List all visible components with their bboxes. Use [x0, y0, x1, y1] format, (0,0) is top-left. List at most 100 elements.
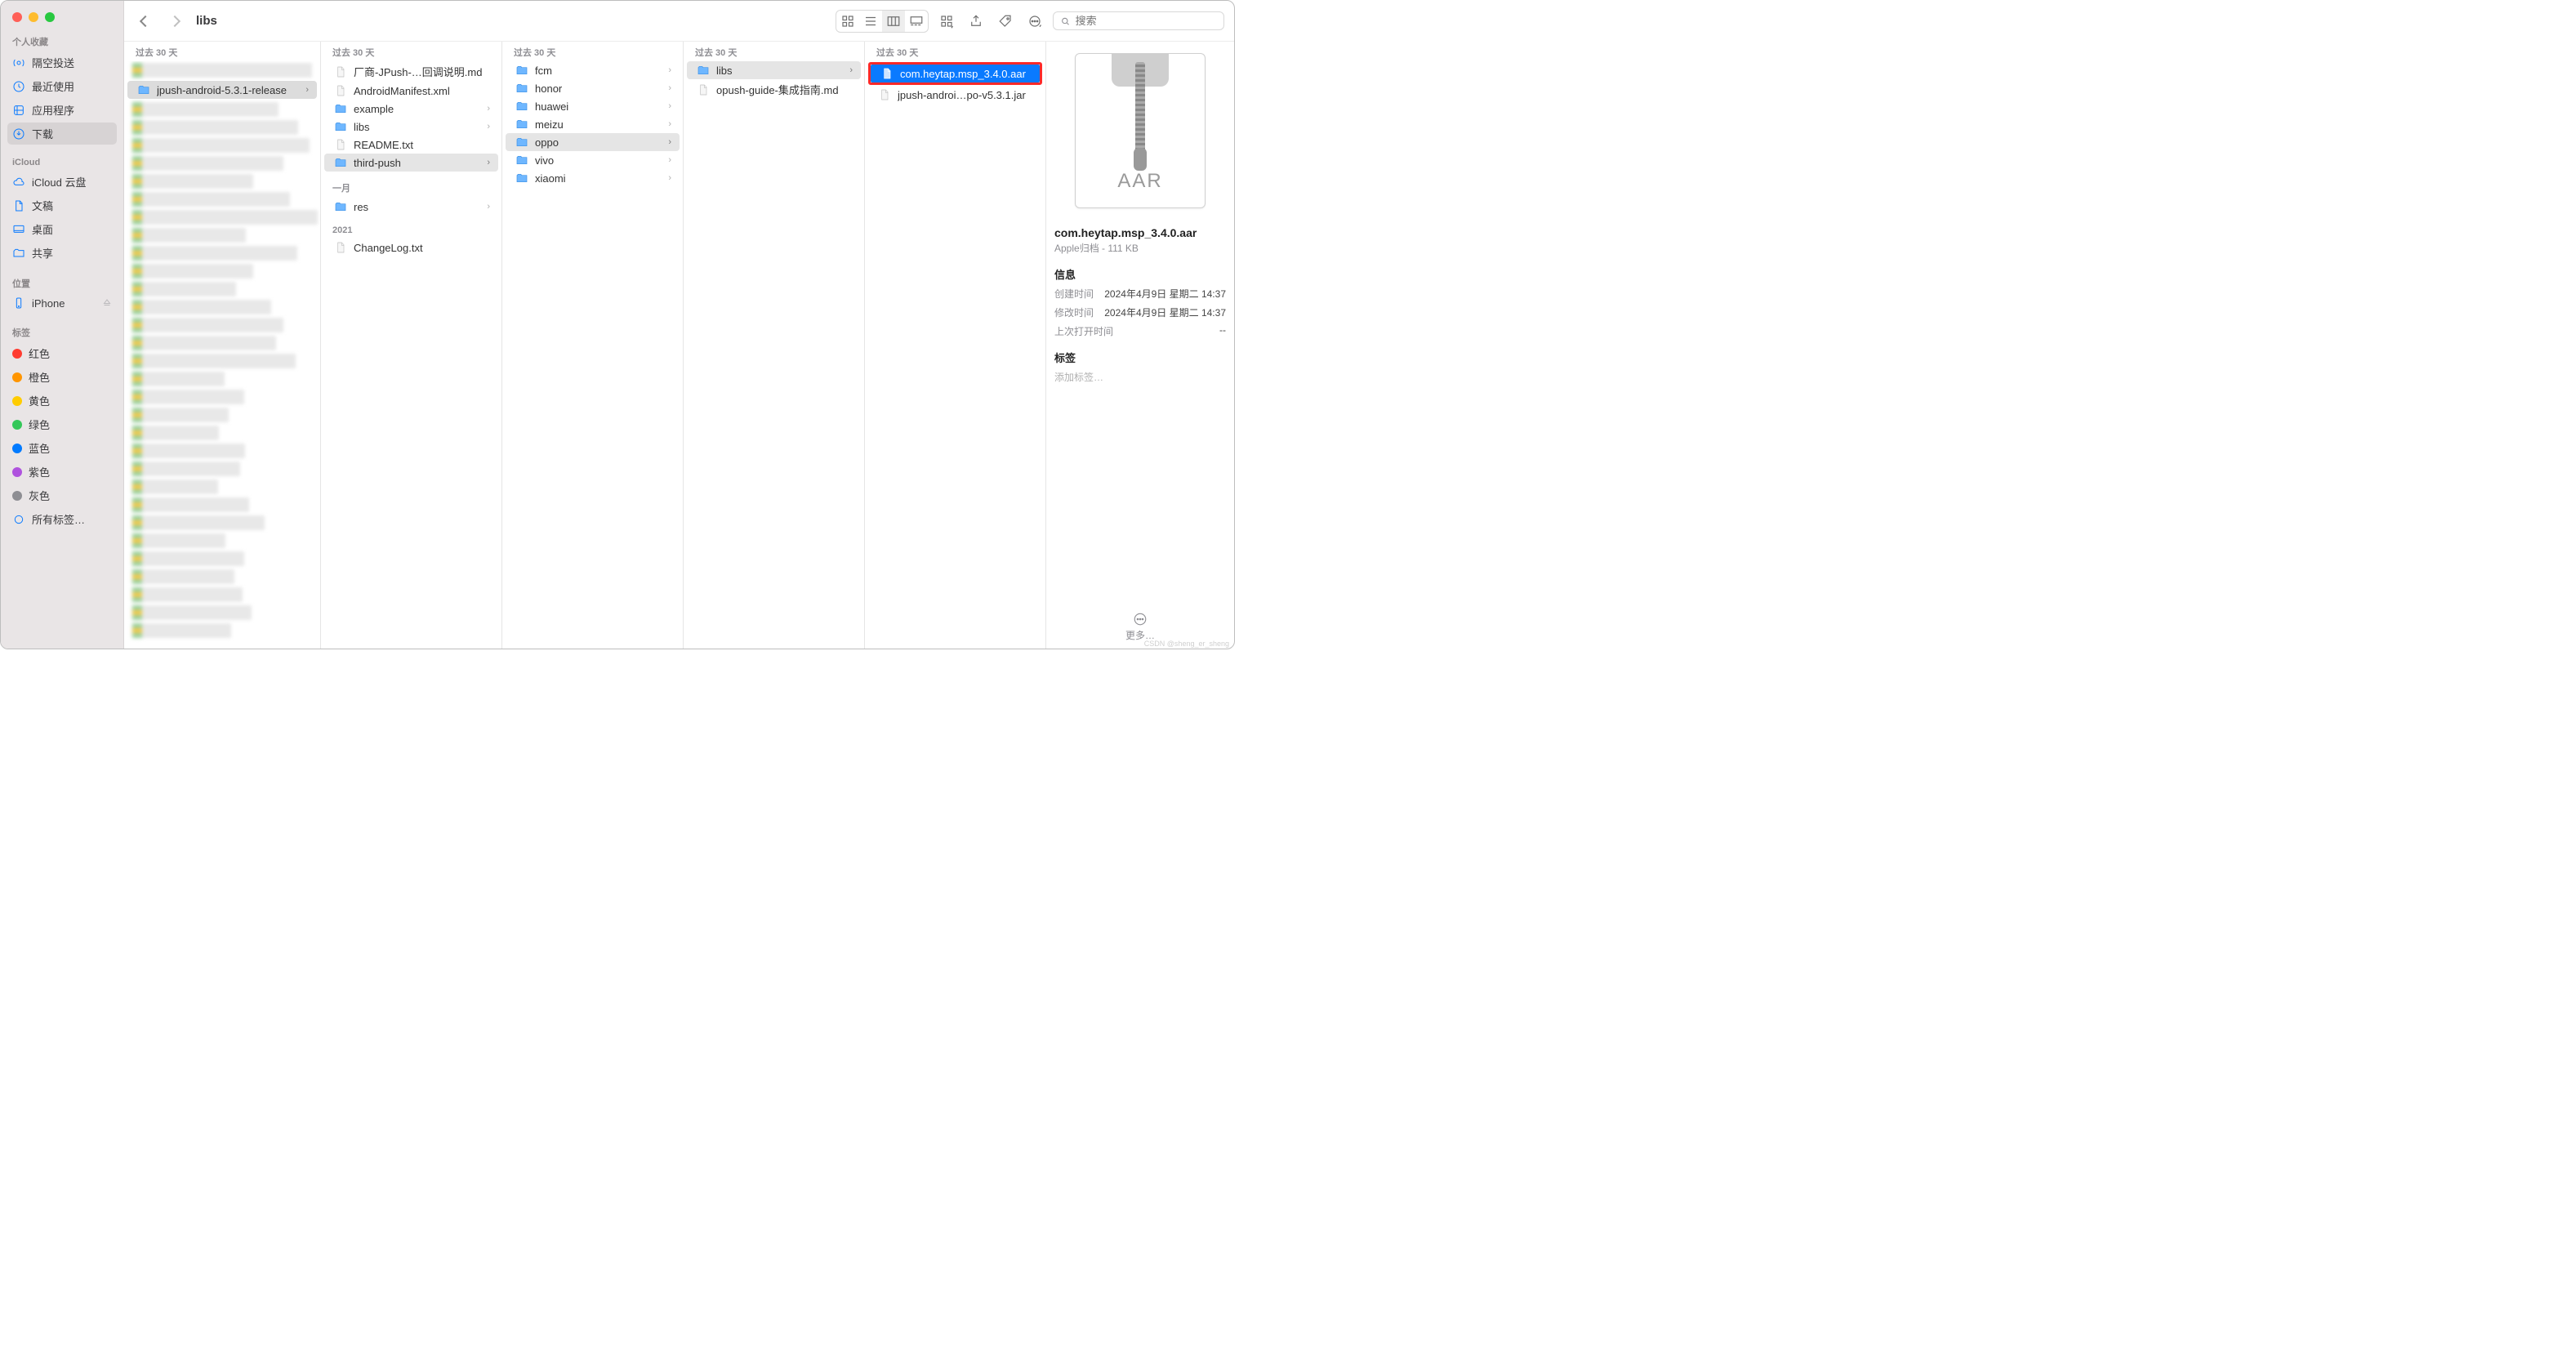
chevron-right-icon [171, 17, 179, 25]
eject-icon[interactable] [102, 297, 112, 310]
column-body[interactable]: com.heytap.msp_3.4.0.aar jpush-androi…po-… [865, 61, 1045, 649]
folder-row[interactable]: example› [324, 100, 498, 118]
annotation-highlight: com.heytap.msp_3.4.0.aar [868, 62, 1042, 85]
redacted-item [132, 426, 219, 440]
search-field[interactable] [1053, 11, 1224, 30]
file-icon [878, 88, 891, 101]
sidebar-tag-green[interactable]: 绿色 [7, 413, 117, 435]
file-row[interactable]: jpush-androi…po-v5.3.1.jar [868, 86, 1042, 104]
preview-kind-size: Apple归档 - 111 KB [1054, 241, 1226, 255]
redacted-item [132, 246, 297, 261]
file-icon [334, 241, 347, 254]
column-body[interactable]: libs›opush-guide-集成指南.md [684, 61, 864, 649]
view-icons-button[interactable] [836, 11, 859, 32]
finder-main: libs 过去 30 天 jpush-android-5.3.1-release… [124, 1, 1234, 649]
column-header: 过去 30 天 [502, 42, 683, 61]
preview-more[interactable]: 更多… [1046, 612, 1234, 642]
share-button[interactable] [965, 11, 987, 32]
file-row[interactable]: opush-guide-集成指南.md [687, 79, 861, 100]
sidebar-locations: 位置 iPhone [1, 277, 123, 326]
view-columns-button[interactable] [882, 11, 905, 32]
sidebar-item-iclouddrive[interactable]: iCloud 云盘 [7, 171, 117, 193]
sidebar-tag-yellow[interactable]: 黄色 [7, 390, 117, 412]
forward-button[interactable] [163, 11, 186, 32]
folder-row[interactable]: honor› [506, 79, 680, 97]
sidebar-tag-red[interactable]: 红色 [7, 342, 117, 364]
sidebar-item-shared[interactable]: 共享 [7, 242, 117, 264]
preview-modified-row: 修改时间 2024年4月9日 星期二 14:37 [1054, 305, 1226, 319]
zoom-window-button[interactable] [45, 12, 55, 22]
column-header: 过去 30 天 [124, 42, 320, 61]
cloud-icon [12, 176, 25, 189]
finder-window: 个人收藏 隔空投送 最近使用 应用程序 下载 iCloud iClou [0, 0, 1235, 649]
folder-row[interactable]: oppo› [506, 133, 680, 151]
sidebar-icloud-header: iCloud [7, 158, 117, 171]
redacted-item [132, 156, 283, 171]
sidebar-item-label: 最近使用 [32, 78, 74, 94]
preview-thumbnail: AAR [1075, 53, 1206, 208]
sidebar-item-documents[interactable]: 文稿 [7, 194, 117, 216]
sidebar-item-recents[interactable]: 最近使用 [7, 75, 117, 97]
back-button[interactable] [134, 11, 157, 32]
file-row[interactable]: 厂商-JPush-…回调说明.md [324, 61, 498, 82]
sidebar-item-label: 隔空投送 [32, 55, 74, 70]
sidebar-tag-gray[interactable]: 灰色 [7, 484, 117, 506]
chevron-right-icon: › [305, 85, 309, 95]
column-4: 过去 30 天 com.heytap.msp_3.4.0.aarjpush-an… [865, 42, 1046, 649]
tags-button[interactable] [994, 11, 1017, 32]
tag-dot-icon [12, 396, 22, 406]
folder-row[interactable]: jpush-android-5.3.1-release› [127, 81, 317, 99]
folder-icon [334, 156, 347, 169]
sidebar-all-tags[interactable]: 所有标签… [7, 508, 117, 530]
close-window-button[interactable] [12, 12, 22, 22]
actions-button[interactable] [1023, 11, 1046, 32]
sidebar-item-airdrop[interactable]: 隔空投送 [7, 51, 117, 74]
file-row[interactable]: com.heytap.msp_3.4.0.aar [871, 65, 1040, 82]
desktop-icon [12, 223, 25, 236]
search-input[interactable] [1076, 15, 1217, 27]
folder-row[interactable]: meizu› [506, 115, 680, 133]
folder-row[interactable]: libs› [687, 61, 861, 79]
folder-row[interactable]: huawei› [506, 97, 680, 115]
sidebar-tag-orange[interactable]: 橙色 [7, 366, 117, 388]
folder-row[interactable]: res› [324, 198, 498, 216]
view-gallery-button[interactable] [905, 11, 928, 32]
sidebar-favorites: 个人收藏 隔空投送 最近使用 应用程序 下载 [1, 35, 123, 158]
column-header: 过去 30 天 [321, 42, 501, 61]
file-row[interactable]: README.txt [324, 136, 498, 154]
redacted-item [132, 515, 265, 530]
column-view: 过去 30 天 jpush-android-5.3.1-release› 过去 … [124, 42, 1234, 649]
chevron-right-icon: › [487, 122, 490, 132]
sidebar-item-applications[interactable]: 应用程序 [7, 99, 117, 121]
add-tags-field[interactable]: 添加标签… [1054, 370, 1226, 384]
folder-row[interactable]: fcm› [506, 61, 680, 79]
row-label: oppo [535, 136, 662, 149]
file-row[interactable]: ChangeLog.txt [324, 239, 498, 256]
sidebar-item-label: iCloud 云盘 [32, 174, 86, 189]
sidebar-tag-blue[interactable]: 蓝色 [7, 437, 117, 459]
redacted-item [132, 228, 246, 243]
folder-icon [334, 102, 347, 115]
sidebar-tag-purple[interactable]: 紫色 [7, 461, 117, 483]
group-by-button[interactable] [935, 11, 958, 32]
folder-row[interactable]: vivo› [506, 151, 680, 169]
column-body[interactable]: fcm›honor›huawei›meizu›oppo›vivo›xiaomi› [502, 61, 683, 649]
file-icon [334, 84, 347, 97]
redacted-item [132, 390, 244, 404]
row-label: jpush-androi…po-v5.3.1.jar [898, 89, 1034, 101]
view-list-button[interactable] [859, 11, 882, 32]
folder-row[interactable]: libs › [324, 118, 498, 136]
redacted-item [132, 120, 298, 135]
row-label: libs [354, 121, 480, 133]
folder-row[interactable]: third-push› [324, 154, 498, 172]
column-0: 过去 30 天 jpush-android-5.3.1-release› [124, 42, 321, 649]
column-body[interactable]: 厂商-JPush-…回调说明.mdAndroidManifest.xmlexam… [321, 61, 501, 649]
file-row[interactable]: AndroidManifest.xml [324, 82, 498, 100]
preview-info-header: 信息 [1054, 266, 1226, 282]
minimize-window-button[interactable] [29, 12, 38, 22]
sidebar-item-downloads[interactable]: 下载 [7, 123, 117, 145]
column-body[interactable]: jpush-android-5.3.1-release› [124, 61, 320, 649]
folder-row[interactable]: xiaomi› [506, 169, 680, 187]
sidebar-item-iphone[interactable]: iPhone [7, 293, 117, 313]
sidebar-item-desktop[interactable]: 桌面 [7, 218, 117, 240]
